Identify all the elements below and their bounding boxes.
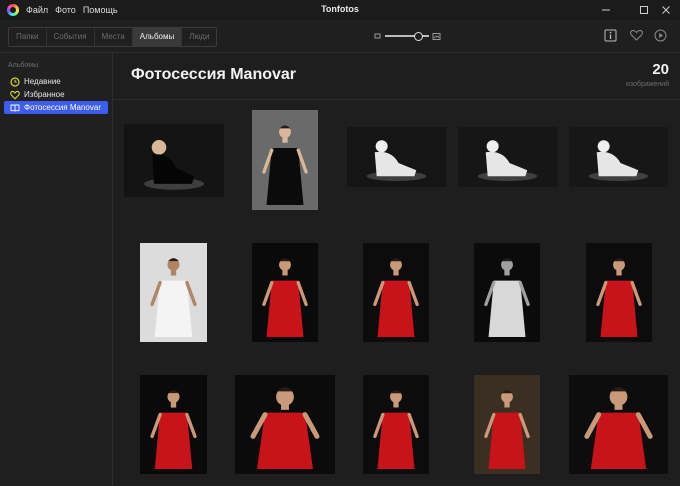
book-icon bbox=[10, 103, 20, 113]
photo-thumbnail[interactable] bbox=[252, 110, 318, 210]
sidebar-item-label: Фотосессия Manovar bbox=[24, 103, 101, 112]
sidebar-item-label: Избранное bbox=[24, 90, 65, 99]
menu-photo[interactable]: Фото bbox=[55, 5, 76, 15]
image-count-label: изображений bbox=[626, 81, 669, 88]
photo-thumbnail[interactable] bbox=[140, 243, 207, 342]
photo-thumbnail[interactable] bbox=[140, 375, 207, 474]
maximize-icon bbox=[640, 6, 648, 14]
toolbar: Папки События Места Альбомы Люди bbox=[0, 20, 680, 53]
close-button[interactable] bbox=[652, 0, 680, 20]
sidebar-item-favorites[interactable]: Избранное bbox=[4, 88, 108, 101]
sidebar-title: Альбомы bbox=[8, 62, 39, 69]
small-thumbnail-icon bbox=[374, 33, 381, 39]
album-header: Фотосессия Manovar 20 изображений bbox=[113, 53, 680, 100]
tab-albums[interactable]: Альбомы bbox=[132, 28, 183, 46]
photo-thumbnail[interactable] bbox=[458, 127, 557, 187]
sidebar-item-label: Недавние bbox=[24, 77, 61, 86]
photo-thumbnail[interactable] bbox=[347, 127, 446, 187]
info-button[interactable] bbox=[603, 28, 617, 42]
photo-thumbnail[interactable] bbox=[124, 124, 224, 197]
photo-thumbnail[interactable] bbox=[363, 243, 429, 342]
photo-thumbnail[interactable] bbox=[586, 243, 652, 342]
app-logo-icon bbox=[7, 4, 19, 16]
tab-events[interactable]: События bbox=[47, 28, 95, 46]
heart-icon bbox=[10, 90, 20, 100]
menu-file[interactable]: Файл bbox=[26, 5, 48, 15]
menu-help[interactable]: Помощь bbox=[83, 5, 118, 15]
tab-folders[interactable]: Папки bbox=[9, 28, 47, 46]
title-bar: Файл Фото Помощь Tonfotos bbox=[0, 0, 680, 20]
large-thumbnail-icon bbox=[432, 32, 441, 40]
photo-thumbnail[interactable] bbox=[474, 375, 540, 474]
page-title: Фотосессия Manovar bbox=[131, 66, 297, 83]
image-count: 20 bbox=[652, 61, 669, 78]
tab-places[interactable]: Места bbox=[95, 28, 133, 46]
photo-thumbnail[interactable] bbox=[474, 243, 540, 342]
zoom-slider[interactable] bbox=[385, 31, 429, 41]
view-tabs: Папки События Места Альбомы Люди bbox=[8, 27, 218, 47]
photo-thumbnail[interactable] bbox=[363, 375, 429, 474]
tab-people[interactable]: Люди bbox=[182, 28, 216, 46]
close-icon bbox=[662, 6, 670, 14]
sidebar-item-recent[interactable]: Недавние bbox=[4, 75, 108, 88]
photo-thumbnail[interactable] bbox=[252, 243, 318, 342]
minimize-button[interactable] bbox=[592, 0, 620, 20]
sidebar-item-album-manovar[interactable]: Фотосессия Manovar bbox=[4, 101, 108, 114]
zoom-slider-handle[interactable] bbox=[414, 32, 423, 41]
photo-thumbnail[interactable] bbox=[569, 127, 668, 187]
zoom-control bbox=[374, 31, 441, 41]
favorite-button[interactable] bbox=[629, 28, 643, 42]
photo-thumbnail[interactable] bbox=[235, 375, 335, 474]
slideshow-button[interactable] bbox=[653, 28, 667, 42]
photo-thumbnail[interactable] bbox=[569, 375, 668, 474]
heart-icon bbox=[629, 29, 643, 41]
info-icon bbox=[604, 29, 616, 41]
play-icon bbox=[654, 29, 666, 41]
sidebar: Альбомы Недавние Избранное Фотосессия Ma… bbox=[0, 53, 113, 486]
clock-icon bbox=[10, 76, 20, 87]
minimize-icon bbox=[602, 9, 610, 11]
